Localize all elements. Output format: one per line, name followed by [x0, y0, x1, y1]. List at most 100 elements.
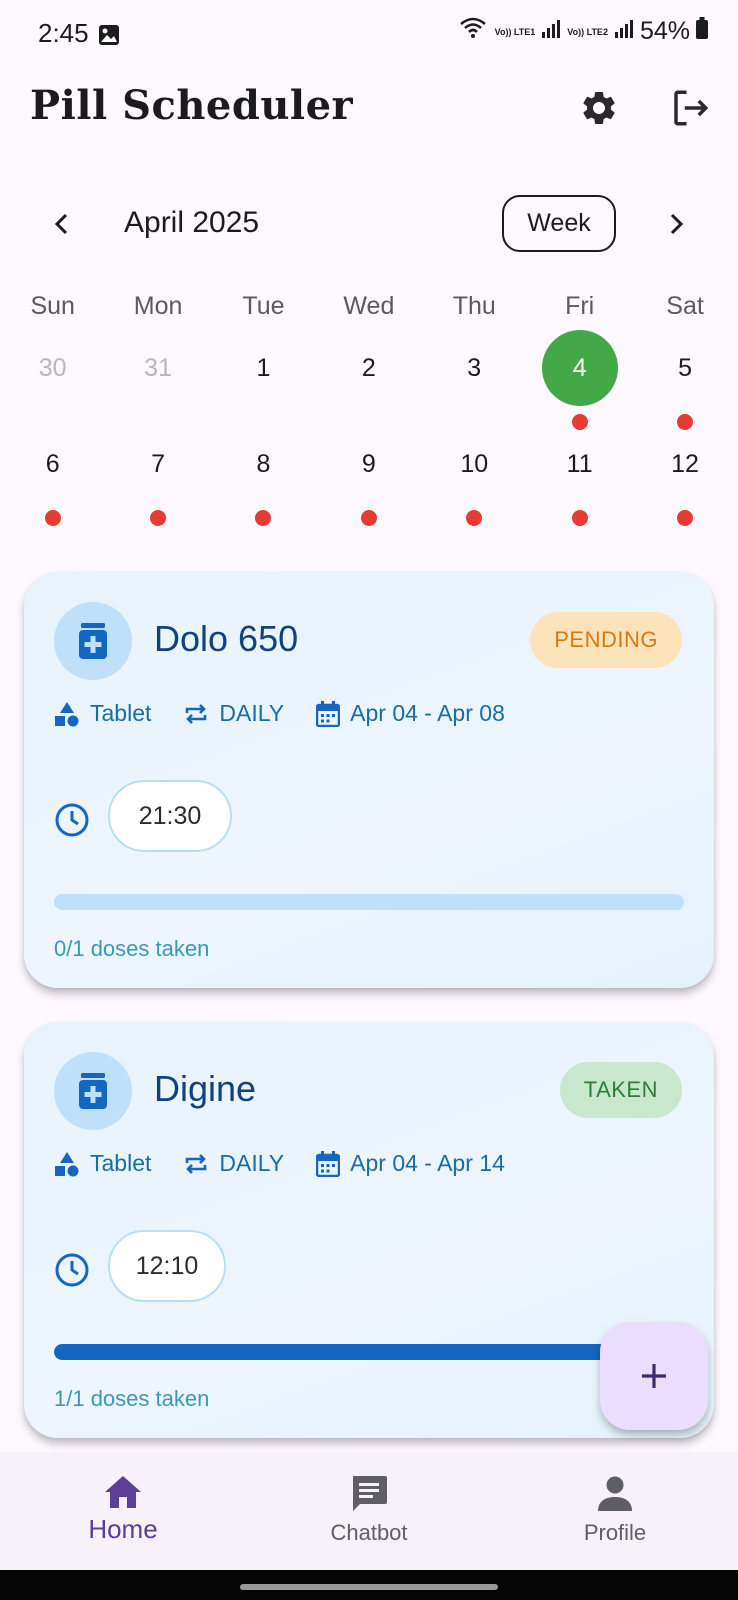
calendar-day[interactable]: 3	[422, 326, 527, 426]
week-row-2: 6 7 8 9 10 11 12	[0, 426, 738, 526]
week-view-button[interactable]: Week	[502, 195, 616, 252]
medication-dot	[466, 510, 483, 526]
medication-dot	[677, 510, 694, 526]
medication-frequency: DAILY	[219, 1150, 285, 1176]
medication-dot	[150, 510, 167, 526]
dose-progress-bar	[54, 1344, 684, 1360]
signal-1-icon	[541, 17, 561, 46]
calendar-day[interactable]: 12	[632, 426, 737, 526]
dose-progress-bar	[54, 894, 684, 910]
chat-icon	[353, 1476, 387, 1511]
gallery-icon	[98, 24, 120, 51]
clock-icon	[54, 1252, 90, 1293]
nav-chatbot[interactable]: Chatbot	[246, 1452, 492, 1570]
medication-dot	[255, 510, 272, 526]
medication-form: Tablet	[90, 1150, 152, 1176]
wifi-icon	[459, 16, 489, 47]
nav-home-label: Home	[88, 1514, 158, 1544]
previous-month-button[interactable]	[38, 200, 86, 248]
repeat-icon	[186, 703, 207, 724]
calendar-day[interactable]: 2	[316, 326, 421, 426]
logout-button[interactable]	[666, 84, 714, 132]
day-number: 9	[361, 449, 376, 478]
medication-date-range: Apr 04 - Apr 14	[350, 1150, 505, 1176]
status-badge: TAKEN	[559, 1062, 682, 1118]
status-bar: 2:45 Vo)) LTE1 Vo)) LTE2 54%	[0, 0, 738, 70]
date-range-item: Apr 04 - Apr 14	[316, 1150, 505, 1177]
app-title: Pill Scheduler	[30, 82, 354, 129]
calendar-icon	[316, 700, 341, 727]
next-month-button[interactable]	[652, 200, 700, 248]
calendar-day[interactable]: 5	[632, 326, 737, 430]
calendar-icon	[316, 1150, 341, 1177]
calendar-day[interactable]: 7	[105, 426, 210, 526]
day-number: 2	[361, 353, 376, 382]
medication-meta: Tablet DAILY Apr 04 - Apr 14	[54, 1150, 505, 1177]
weekday-label: Fri	[565, 292, 595, 320]
weekday-label: Sun	[30, 292, 75, 320]
add-medication-button[interactable]	[600, 1322, 708, 1430]
day-number: 31	[144, 353, 172, 382]
weekday-label: Tue	[242, 292, 285, 320]
calendar-day[interactable]: 8	[211, 426, 316, 526]
medication-meta: Tablet DAILY Apr 04 - Apr 08	[54, 700, 505, 727]
settings-button[interactable]	[575, 84, 623, 132]
medicine-icon	[54, 602, 132, 680]
dose-time-chip[interactable]: 21:30	[108, 780, 232, 852]
nav-profile-label: Profile	[583, 1520, 647, 1545]
calendar-day[interactable]: 6	[0, 426, 105, 526]
day-number: 10	[460, 449, 489, 478]
medication-form: Tablet	[90, 700, 152, 726]
weekday-label: Sat	[666, 292, 704, 320]
battery-icon	[696, 17, 708, 46]
home-gesture-handle[interactable]	[240, 1584, 498, 1590]
frequency-item: DAILY	[183, 700, 284, 727]
calendar-grid: Sun Mon Tue Wed Thu Fri Sat 30 31 1 2 3 …	[0, 286, 738, 526]
person-icon	[598, 1476, 632, 1511]
clock-icon	[54, 802, 90, 843]
signal-2-icon	[614, 17, 634, 46]
repeat-icon	[186, 1153, 207, 1174]
medication-frequency: DAILY	[219, 700, 285, 726]
network-1-label: Vo)) LTE1	[494, 26, 536, 37]
system-navigation-bar	[0, 1570, 738, 1600]
network-2-label: Vo)) LTE2	[567, 26, 608, 37]
medication-card[interactable]: Dolo 650 PENDING Tablet DAILY Apr 04 - A…	[24, 572, 714, 988]
calendar-day[interactable]: 9	[316, 426, 421, 526]
calendar-day[interactable]: 11	[527, 426, 632, 526]
nav-profile[interactable]: Profile	[492, 1452, 738, 1570]
form-item: Tablet	[54, 1150, 151, 1177]
dose-progress-fill	[54, 1344, 684, 1360]
plus-icon	[642, 1364, 666, 1388]
doses-taken-label: 1/1 doses taken	[54, 1386, 210, 1411]
nav-home[interactable]: Home	[0, 1452, 246, 1570]
battery-percent: 54%	[639, 17, 690, 45]
calendar-day-selected[interactable]: 4	[527, 326, 632, 430]
form-item: Tablet	[54, 700, 151, 727]
status-badge: PENDING	[530, 612, 682, 668]
day-number: 4	[541, 330, 618, 406]
medication-name: Dolo 650	[154, 618, 299, 659]
chevron-right-icon	[670, 213, 684, 235]
day-number: 6	[45, 449, 60, 478]
calendar-day[interactable]: 30	[0, 326, 105, 426]
date-range-item: Apr 04 - Apr 08	[316, 700, 505, 727]
day-number: 5	[678, 353, 692, 382]
calendar-day[interactable]: 31	[105, 326, 210, 426]
calendar-day[interactable]: 10	[422, 426, 527, 526]
bottom-navigation: Home Chatbot Profile	[0, 1452, 738, 1570]
day-number: 1	[256, 353, 271, 382]
logout-icon	[674, 90, 709, 126]
medication-date-range: Apr 04 - Apr 08	[350, 700, 505, 726]
day-number: 3	[467, 353, 482, 382]
weekday-header-row: Sun Mon Tue Wed Thu Fri Sat	[0, 286, 738, 326]
home-icon	[105, 1476, 141, 1508]
calendar-day[interactable]: 1	[211, 326, 316, 426]
day-number: 30	[38, 353, 67, 382]
frequency-item: DAILY	[183, 1150, 284, 1177]
dose-time-chip[interactable]: 12:10	[108, 1230, 226, 1302]
doses-taken-label: 0/1 doses taken	[54, 936, 210, 961]
shapes-icon	[55, 701, 79, 726]
gear-icon	[583, 91, 615, 124]
week-row-1: 30 31 1 2 3 4 5	[0, 326, 738, 430]
